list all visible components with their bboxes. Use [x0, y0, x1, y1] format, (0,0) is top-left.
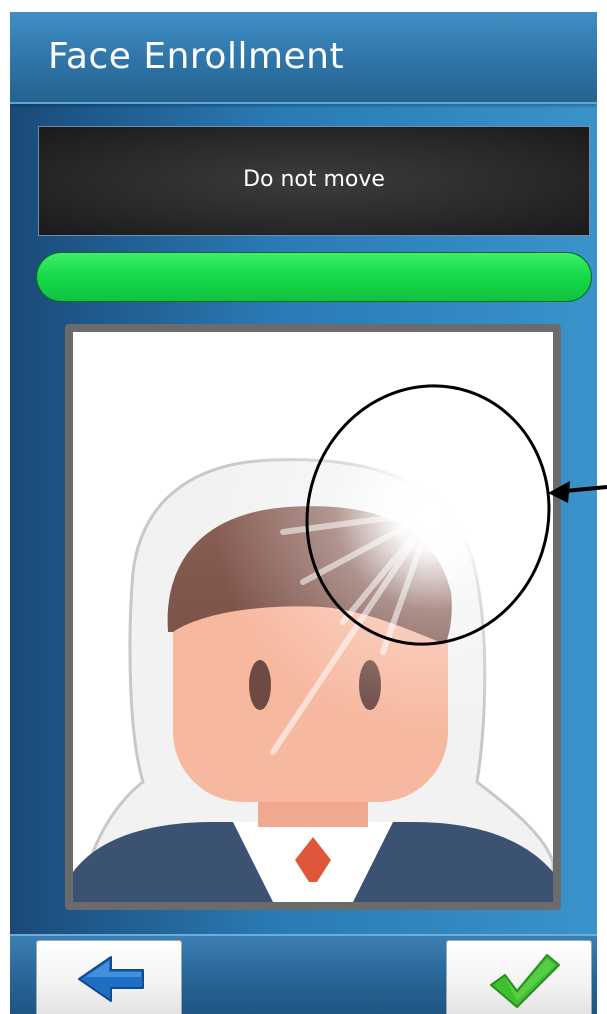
title-bar: Face Enrollment [10, 12, 597, 104]
back-button[interactable] [36, 940, 182, 1014]
status-message-panel: Do not move [38, 126, 590, 236]
status-message: Do not move [243, 167, 385, 192]
checkmark-icon [490, 954, 560, 1008]
progress-fill [37, 253, 591, 301]
bottom-toolbar [10, 934, 597, 1014]
camera-preview-frame [65, 324, 561, 910]
enrollment-progress-bar [36, 252, 592, 302]
confirm-button[interactable] [446, 940, 592, 1014]
page-title: Face Enrollment [48, 36, 345, 77]
face-guide-image [73, 332, 553, 902]
camera-preview [73, 332, 553, 902]
device-screen: Face Enrollment Do not move [10, 12, 597, 1014]
back-arrow-icon [78, 956, 144, 1002]
